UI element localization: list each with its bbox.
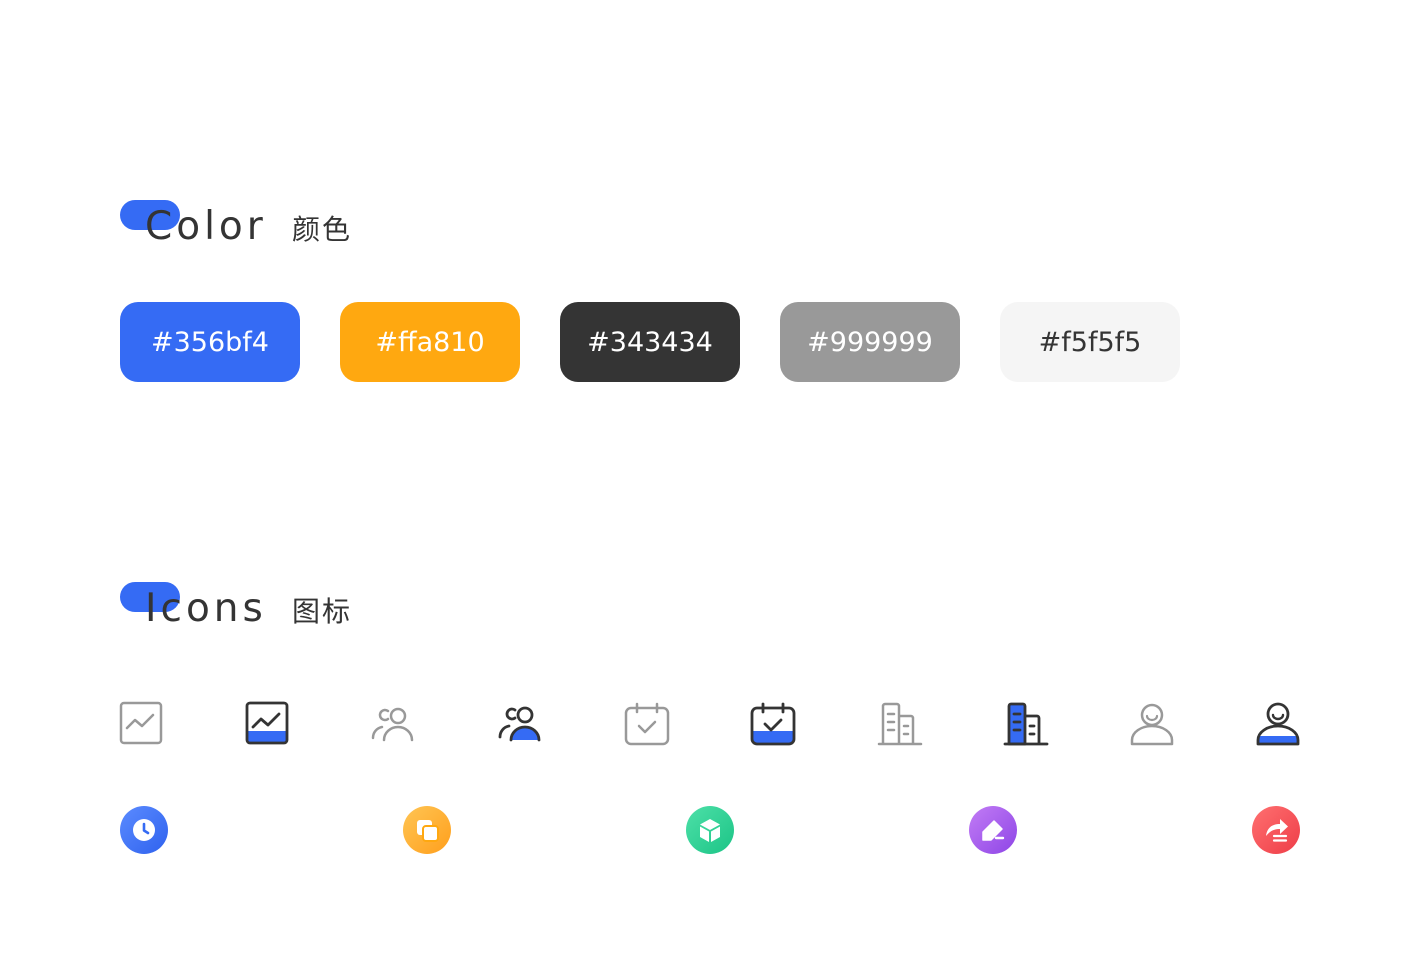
swatch-label: #999999: [807, 326, 933, 358]
copy-icon[interactable]: [403, 806, 451, 854]
calendar-check-icon[interactable]: [623, 700, 671, 748]
edit-tag-icon[interactable]: [969, 806, 1017, 854]
icons-title-cn: 图标: [292, 595, 353, 628]
swatch-gray: #999999: [780, 302, 960, 382]
clock-icon[interactable]: [120, 806, 168, 854]
swatch-label: #ffa810: [375, 326, 485, 358]
swatch-blue: #356bf4: [120, 302, 300, 382]
calendar-check-icon-active[interactable]: [749, 700, 797, 748]
swatch-orange: #ffa810: [340, 302, 520, 382]
users-icon-active[interactable]: [497, 700, 545, 748]
user-icon-active[interactable]: [1254, 700, 1302, 748]
swatch-label: #f5f5f5: [1038, 326, 1142, 358]
box-icon[interactable]: [686, 806, 734, 854]
building-icon[interactable]: [876, 700, 924, 748]
color-title-en: Color: [145, 204, 267, 249]
swatch-label: #343434: [587, 326, 713, 358]
swatch-light: #f5f5f5: [1000, 302, 1180, 382]
share-icon[interactable]: [1252, 806, 1300, 854]
icons-title-en: Icons: [145, 586, 267, 631]
color-title-cn: 颜色: [292, 213, 353, 246]
chart-icon-active[interactable]: [244, 700, 292, 748]
users-icon[interactable]: [370, 700, 418, 748]
building-icon-active[interactable]: [1002, 700, 1050, 748]
user-icon[interactable]: [1128, 700, 1176, 748]
swatch-dark: #343434: [560, 302, 740, 382]
swatch-label: #356bf4: [151, 326, 269, 358]
chart-icon[interactable]: [118, 700, 166, 748]
